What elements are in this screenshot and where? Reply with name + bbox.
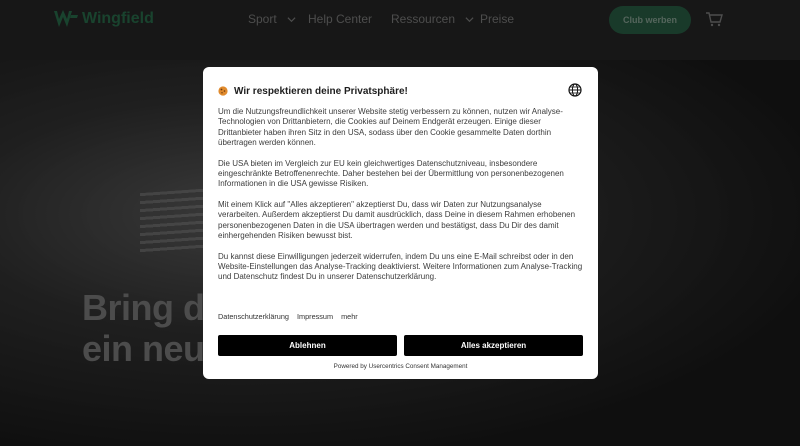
dialog-title: Wir respektieren deine Privatsphäre! [234, 85, 408, 97]
consent-paragraph: Um die Nutzungsfreundlichkeit unserer We… [218, 107, 563, 147]
accept-all-button[interactable]: Alles akzeptieren [404, 335, 583, 356]
privacy-policy-link[interactable]: Datenschutzerklärung [218, 312, 289, 321]
consent-paragraph: Die USA bieten im Vergleich zur EU kein … [218, 158, 564, 189]
dialog-body: Um die Nutzungsfreundlichkeit unserer We… [218, 107, 584, 293]
imprint-link[interactable]: Impressum [297, 312, 333, 321]
consent-paragraph: Du kannst diese Einwilligungen jederzeit… [218, 251, 583, 282]
consent-paragraph: Mit einem Klick auf "Alles akzeptieren" … [218, 200, 576, 240]
deny-button[interactable]: Ablehnen [218, 335, 397, 356]
globe-icon[interactable] [568, 83, 582, 97]
cookie-icon [218, 86, 228, 96]
dialog-header: Wir respektieren deine Privatsphäre! [218, 83, 583, 98]
dialog-links: Datenschutzerklärung Impressum mehr [218, 312, 358, 321]
powered-by-text: Powered by Usercentrics Consent Manageme… [333, 363, 468, 370]
cookie-consent-dialog: Wir respektieren deine Privatsphäre! Um … [203, 67, 598, 379]
more-link[interactable]: mehr [341, 312, 358, 321]
